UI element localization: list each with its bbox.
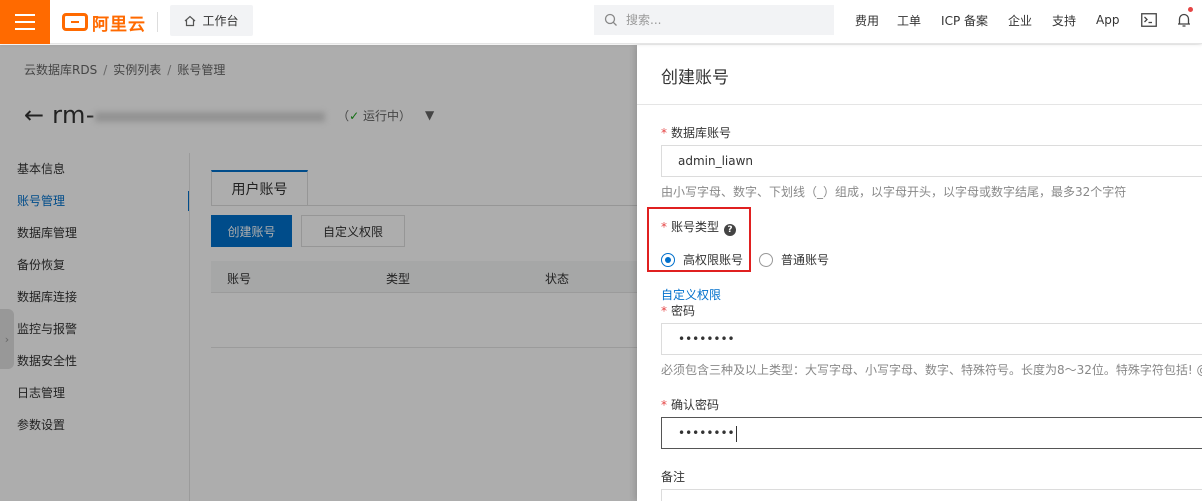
password-input[interactable] [661, 323, 1202, 355]
text-cursor [735, 425, 737, 442]
search-box[interactable] [594, 5, 834, 35]
home-icon [185, 15, 196, 26]
aliyun-logo-icon [62, 13, 88, 31]
top-nav: 费用 工单 ICP 备案 企业 支持 App [855, 0, 1120, 40]
help-icon[interactable]: ? [724, 224, 737, 236]
radio-standard-account[interactable]: 普通账号 [759, 251, 829, 268]
workbench-button[interactable]: 工作台 [170, 5, 253, 36]
radio-privileged-account[interactable]: 高权限账号 [661, 251, 743, 268]
search-icon [604, 13, 617, 26]
top-bar: 阿里云 工作台 费用 工单 ICP 备案 企业 支持 App [0, 0, 1202, 44]
nav-enterprise[interactable]: 企业 [1008, 12, 1032, 29]
hamburger-menu-icon[interactable] [0, 0, 50, 44]
account-name-label: * 数据库账号 [661, 126, 732, 140]
nav-support[interactable]: 支持 [1052, 12, 1076, 29]
create-account-drawer: 创建账号 *数据库账号 由小写字母、数字、下划线（_）组成，以字母开头，以字母或… [637, 45, 1202, 501]
confirm-password-input[interactable]: •••••••• [661, 417, 1202, 449]
account-name-input[interactable] [661, 145, 1202, 177]
account-name-hint: 由小写字母、数字、下划线（_）组成，以字母开头，以字母或数字结尾，最多32个字符 [661, 185, 1127, 199]
drawer-title: 创建账号 [661, 68, 729, 88]
radio-unchecked-icon [759, 252, 773, 267]
account-type-label: * 账号类型? [661, 218, 737, 236]
drawer-divider [637, 104, 1202, 105]
nav-ticket[interactable]: 工单 [897, 12, 921, 29]
password-hint: 必须包含三种及以上类型：大写字母、小写字母、数字、特殊符号。长度为8～32位。特… [661, 363, 1202, 377]
confirm-password-label: * 确认密码 [661, 398, 720, 412]
nav-billing[interactable]: 费用 [855, 12, 879, 29]
nav-icp[interactable]: ICP 备案 [941, 12, 988, 29]
custom-permission-link[interactable]: 自定义权限 [661, 286, 721, 303]
password-label: * 密码 [661, 304, 696, 318]
aliyun-logo[interactable]: 阿里云 [62, 9, 146, 35]
modal-overlay[interactable] [0, 45, 637, 501]
logo-divider [157, 12, 158, 32]
nav-app[interactable]: App [1096, 13, 1119, 27]
remark-input[interactable] [661, 489, 1202, 501]
notification-dot [1188, 7, 1193, 12]
search-input[interactable] [626, 13, 816, 27]
radio-checked-icon [661, 252, 675, 267]
remark-label: 备注 [661, 470, 686, 484]
terminal-icon[interactable] [1139, 10, 1159, 30]
notification-bell-icon[interactable] [1174, 7, 1194, 30]
